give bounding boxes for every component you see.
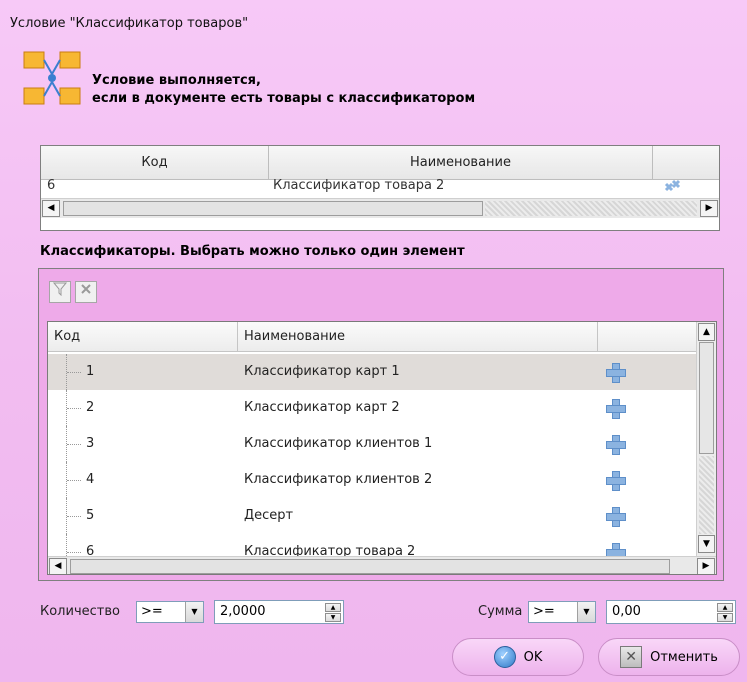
scroll-right-button[interactable]: ▶ (700, 200, 718, 217)
column-header-action[interactable] (653, 146, 721, 180)
remove-icon[interactable] (663, 178, 683, 192)
ok-button-label: OK (523, 649, 543, 665)
list-item[interactable]: 1 Классификатор карт 1 (48, 354, 698, 390)
horizontal-scrollbar[interactable]: ◀ ▶ (48, 556, 716, 574)
column-header-name[interactable]: Наименование (238, 322, 598, 352)
classifiers-grid[interactable]: Код Наименование 1 Классификатор карт 1 … (47, 321, 717, 575)
quantity-stepper[interactable]: 2,0000 ▲ ▼ (214, 600, 344, 624)
selected-classifier-grid[interactable]: Код Наименование 6 Классификатор товара … (40, 145, 720, 231)
grid-header: Код Наименование (48, 322, 698, 352)
add-icon[interactable] (606, 507, 626, 527)
cell-code: 1 (86, 364, 95, 379)
add-icon[interactable] (606, 435, 626, 455)
add-icon[interactable] (606, 471, 626, 491)
cell-code: 4 (86, 472, 95, 487)
increment-icon[interactable]: ▲ (717, 603, 733, 612)
vertical-scrollbar[interactable]: ▲ ▼ (696, 322, 716, 556)
scroll-left-button[interactable]: ◀ (42, 200, 60, 217)
horizontal-scrollbar[interactable]: ◀ ▶ (41, 198, 719, 218)
scroll-up-button[interactable]: ▲ (698, 323, 715, 341)
column-header-code[interactable]: Код (41, 146, 269, 180)
add-icon[interactable] (606, 363, 626, 383)
cell-code: 3 (86, 436, 95, 451)
filter-button[interactable] (49, 281, 71, 303)
scroll-right-button[interactable]: ▶ (697, 558, 715, 574)
quantity-operator-value: >= (141, 604, 163, 619)
quantity-value: 2,0000 (220, 604, 266, 619)
list-item[interactable]: 4 Классификатор клиентов 2 (48, 462, 698, 498)
cell-code: 2 (86, 400, 95, 415)
window-title: Условие "Классификатор товаров" (10, 16, 249, 31)
clear-filter-button[interactable] (75, 281, 97, 303)
cell-code: 5 (86, 508, 95, 523)
cell-name: Десерт (244, 508, 294, 523)
condition-line-2: если в документе есть товары с классифик… (92, 91, 476, 106)
classifiers-label: Классификаторы. Выбрать можно только оди… (40, 244, 465, 259)
list-item[interactable]: 5 Десерт (48, 498, 698, 534)
chevron-down-icon[interactable]: ▼ (185, 602, 203, 622)
sum-value: 0,00 (612, 604, 641, 619)
list-item[interactable]: 3 Классификатор клиентов 1 (48, 426, 698, 462)
column-header-action[interactable] (598, 322, 698, 352)
sum-operator-value: >= (533, 604, 555, 619)
scroll-thumb[interactable] (70, 559, 670, 574)
condition-line-1: Условие выполняется, (92, 73, 261, 88)
cell-code: 6 (47, 178, 56, 193)
cell-name: Классификатор карт 1 (244, 364, 400, 379)
ok-button[interactable]: ✓ OK (452, 638, 584, 676)
scroll-left-button[interactable]: ◀ (49, 558, 67, 574)
quantity-label: Количество (40, 604, 120, 619)
sum-label: Сумма (478, 604, 523, 619)
list-item[interactable]: 2 Классификатор карт 2 (48, 390, 698, 426)
cell-name: Классификатор клиентов 1 (244, 436, 433, 451)
filter-icon (52, 282, 68, 297)
add-icon[interactable] (606, 399, 626, 419)
classifiers-panel: Код Наименование 1 Классификатор карт 1 … (38, 268, 724, 581)
close-icon: ✕ (620, 646, 643, 668)
cancel-button-label: Отменить (650, 649, 718, 665)
cancel-button[interactable]: ✕ Отменить (598, 638, 740, 676)
sum-operator-select[interactable]: >= ▼ (528, 601, 596, 623)
scroll-thumb[interactable] (63, 201, 483, 216)
check-icon: ✓ (493, 646, 516, 668)
cell-name: Классификатор клиентов 2 (244, 472, 433, 487)
cell-name: Классификатор карт 2 (244, 400, 400, 415)
classifier-icon (23, 51, 81, 105)
sum-stepper[interactable]: 0,00 ▲ ▼ (606, 600, 736, 624)
decrement-icon[interactable]: ▼ (325, 613, 341, 622)
cell-name: Классификатор товара 2 (273, 178, 445, 193)
chevron-down-icon[interactable]: ▼ (577, 602, 595, 622)
column-header-code[interactable]: Код (48, 322, 238, 352)
scroll-thumb[interactable] (699, 342, 714, 454)
increment-icon[interactable]: ▲ (325, 603, 341, 612)
quantity-operator-select[interactable]: >= ▼ (136, 601, 204, 623)
scroll-down-button[interactable]: ▼ (698, 535, 715, 553)
condition-description: Условие выполняется, если в документе ес… (92, 72, 475, 108)
clear-filter-icon (81, 284, 91, 294)
decrement-icon[interactable]: ▼ (717, 613, 733, 622)
